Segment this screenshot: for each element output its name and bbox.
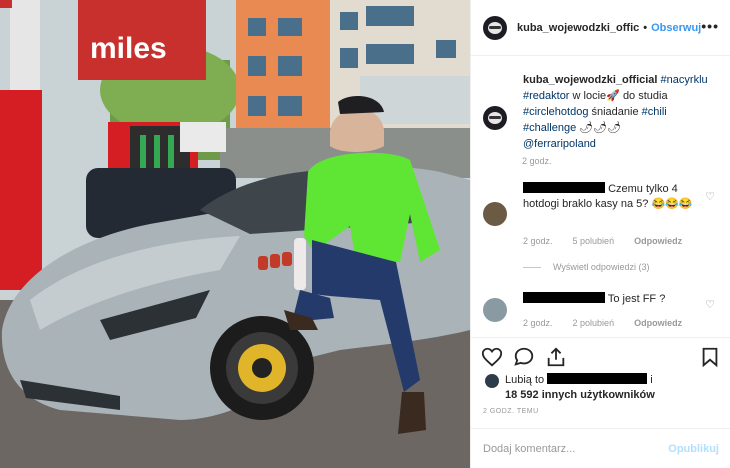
author-username[interactable]: kuba_wojewodzki_offic: [517, 22, 639, 34]
author-avatar[interactable]: [483, 15, 507, 40]
publish-button[interactable]: Opublikuj: [668, 443, 719, 455]
comment-likes[interactable]: 2 polubień: [573, 318, 615, 328]
follow-button[interactable]: Obserwuj: [651, 22, 701, 34]
comment-meta: 2 godz. 5 polubień Odpowiedz: [523, 236, 702, 246]
comment-text: Czemu tylko 4 hotdogi braklo kasy na 5? …: [523, 182, 693, 212]
reply-button[interactable]: Odpowiedz: [634, 318, 682, 328]
comment-heart-icon[interactable]: ♡: [705, 298, 715, 311]
action-bar: [471, 337, 730, 377]
hashtag-redaktor[interactable]: #redaktor: [523, 90, 569, 102]
comment-input[interactable]: Dodaj komentarz...: [483, 443, 575, 455]
comment-time[interactable]: 2 godz.: [523, 318, 553, 328]
redacted-username: [523, 292, 605, 303]
hashtag-chili[interactable]: #chili: [642, 106, 667, 118]
likes-conj: i: [650, 374, 653, 386]
hashtag-challenge[interactable]: #challenge: [523, 122, 576, 134]
comment-icon[interactable]: [513, 346, 535, 368]
redacted-liker: [547, 373, 648, 384]
commenter-avatar[interactable]: [483, 298, 507, 322]
caption-text: kuba_wojewodzki_official #nacyrklu #reda…: [523, 72, 713, 152]
separator-dot: •: [643, 21, 648, 34]
view-replies[interactable]: Wyświetl odpowiedzi (3): [523, 262, 649, 272]
station-brand-text: miles: [90, 32, 167, 65]
comment-composer: Dodaj komentarz... Opublikuj: [471, 428, 730, 468]
caption-username[interactable]: kuba_wojewodzki_official: [523, 74, 657, 86]
caption-text-1: w locie: [572, 90, 607, 102]
caption-text-2: do studia: [622, 90, 668, 102]
comment-likes[interactable]: 5 polubień: [573, 236, 615, 246]
chili-emoji: 🌶🌶🌶: [579, 122, 622, 134]
reply-button[interactable]: Odpowiedz: [634, 236, 682, 246]
comment-meta: 2 godz. 2 polubień Odpowiedz: [523, 318, 702, 328]
heart-icon[interactable]: [481, 346, 503, 368]
comment-body: To jest FF ?: [607, 293, 666, 305]
redacted-username: [523, 182, 605, 193]
caption-time[interactable]: 2 godz.: [522, 156, 552, 166]
comment-heart-icon[interactable]: ♡: [705, 190, 715, 203]
likes-prefix: Lubią to: [505, 374, 545, 386]
likes-line: Lubią to i: [505, 372, 653, 388]
post-date[interactable]: 2 GODZ. TEMU: [483, 408, 539, 415]
post-image: miles: [0, 0, 470, 468]
more-icon[interactable]: •••: [701, 18, 719, 34]
laugh-emoji: 😂😂😂: [651, 198, 693, 210]
share-icon[interactable]: [545, 346, 567, 368]
post-side-panel: kuba_wojewodzki_offic • Obserwuj ••• kub…: [470, 0, 730, 468]
liker-avatar[interactable]: [485, 374, 499, 388]
thread-line: [523, 266, 541, 268]
post-photo[interactable]: miles: [0, 0, 470, 468]
bookmark-icon[interactable]: [699, 346, 721, 368]
hashtag-circlehotdog[interactable]: #circlehotdog: [523, 106, 588, 118]
commenter-avatar[interactable]: [483, 202, 507, 226]
likes-count[interactable]: 18 592 innych użytkowników: [505, 387, 655, 403]
post-header: kuba_wojewodzki_offic • Obserwuj •••: [471, 0, 730, 56]
comment-time[interactable]: 2 godz.: [523, 236, 553, 246]
hashtag-nacyrklu[interactable]: #nacyrklu: [661, 74, 708, 86]
mention-ferraripoland[interactable]: @ferraripoland: [523, 138, 596, 150]
caption-text-3: śniadanie: [591, 106, 639, 118]
view-replies-label[interactable]: Wyświetl odpowiedzi (3): [553, 262, 649, 272]
comment-text: To jest FF ?: [523, 292, 693, 307]
rocket-emoji: 🚀: [606, 90, 620, 102]
caption-avatar[interactable]: [483, 106, 507, 130]
